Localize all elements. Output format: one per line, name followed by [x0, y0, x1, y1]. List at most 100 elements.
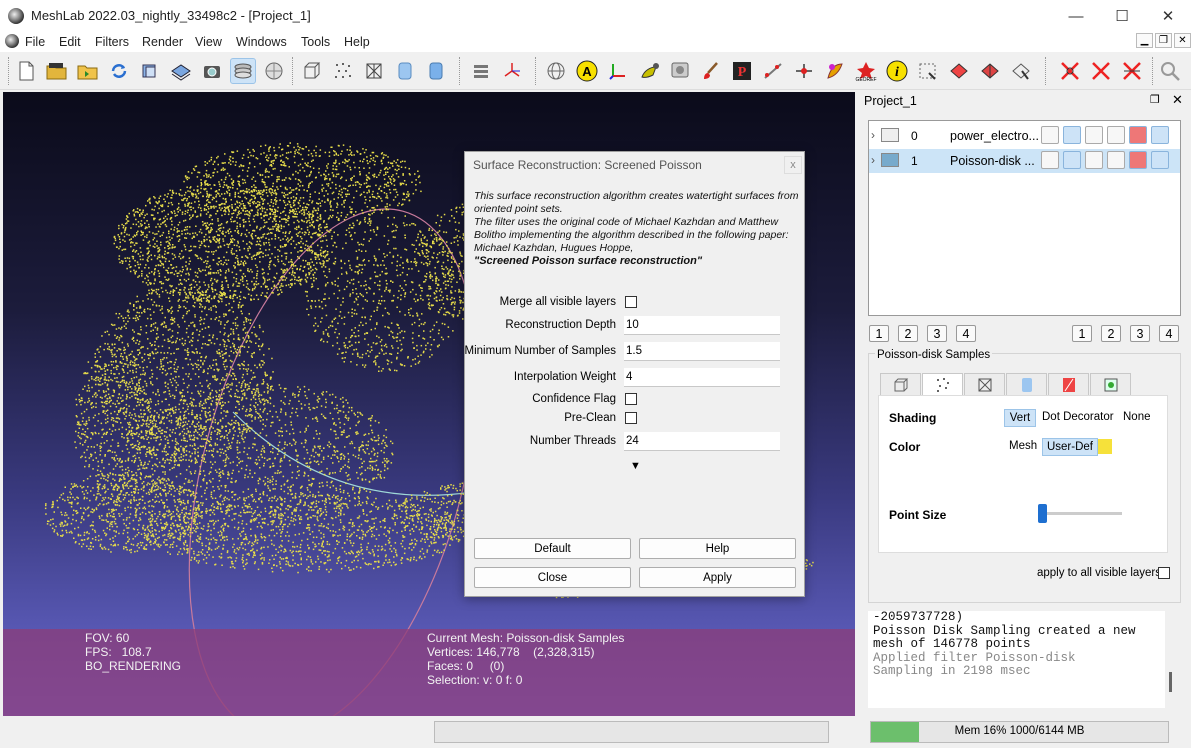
points-icon[interactable] — [330, 58, 356, 84]
layer-stack-icon[interactable] — [468, 58, 494, 84]
layer-row[interactable]: › 0 power_electro... — [869, 124, 1180, 148]
wireframe-icon[interactable] — [361, 58, 387, 84]
tab-decorators[interactable] — [1090, 373, 1131, 395]
expand-params-arrow-icon[interactable]: ▼ — [630, 460, 641, 472]
select-vertices-icon[interactable] — [915, 58, 941, 84]
select-faces-icon[interactable] — [946, 58, 972, 84]
shading-vert-option[interactable]: Vert — [1004, 409, 1036, 427]
bounding-box-icon[interactable] — [299, 58, 325, 84]
menu-tools[interactable]: Tools — [301, 35, 330, 49]
alignment-icon[interactable] — [667, 58, 693, 84]
smooth-shading-icon[interactable] — [423, 58, 449, 84]
color-userdef-option[interactable]: User-Def — [1042, 438, 1098, 456]
reconstruction-depth-field[interactable] — [624, 316, 780, 335]
layer-row-selected[interactable]: › 1 Poisson-disk ... — [869, 149, 1180, 173]
pickpoints-icon[interactable]: P — [729, 58, 755, 84]
axes-icon[interactable] — [499, 58, 525, 84]
maximize-button[interactable]: ☐ — [1099, 0, 1145, 32]
user-color-swatch[interactable] — [1098, 439, 1112, 454]
view-slot-left-1[interactable]: 1 — [869, 325, 889, 342]
select-cursor-icon[interactable] — [1008, 58, 1034, 84]
color-mesh-option[interactable]: Mesh — [1009, 440, 1037, 452]
sphere-grid-icon[interactable] — [543, 58, 569, 84]
menu-file[interactable]: File — [25, 35, 45, 49]
panel-close-button[interactable]: ✕ — [1172, 92, 1183, 108]
view-slot-right-1[interactable]: 1 — [1072, 325, 1092, 342]
panel-float-button[interactable]: ❐ — [1150, 93, 1160, 106]
preclean-checkbox[interactable] — [625, 412, 637, 424]
help-button[interactable]: Help — [639, 538, 796, 559]
measure-icon[interactable] — [760, 58, 786, 84]
tab-texture[interactable] — [1048, 373, 1089, 395]
log-window: -2059737728) Poisson Disk Sampling creat… — [868, 611, 1165, 708]
info-icon[interactable]: i — [884, 58, 910, 84]
mdi-restore-button[interactable]: ❐ — [1155, 33, 1172, 48]
menu-help[interactable]: Help — [344, 35, 370, 49]
expand-icon[interactable]: › — [871, 153, 875, 167]
shading-dot-decorator-option[interactable]: Dot Decorator — [1042, 411, 1114, 423]
log-scrollbar[interactable] — [1169, 672, 1172, 692]
system-menu-icon[interactable] — [5, 34, 19, 48]
delete-selected-icon[interactable] — [1119, 58, 1145, 84]
open-project-icon[interactable] — [44, 58, 70, 84]
paint-brush-icon[interactable] — [698, 58, 724, 84]
layers-icon[interactable] — [230, 58, 256, 84]
default-button[interactable]: Default — [474, 538, 631, 559]
manipulator-icon[interactable] — [791, 58, 817, 84]
view-slot-left-4[interactable]: 4 — [956, 325, 976, 342]
svg-text:P: P — [738, 65, 747, 80]
menu-filters[interactable]: Filters — [95, 35, 129, 49]
expand-icon[interactable]: › — [871, 128, 875, 142]
menu-render[interactable]: Render — [142, 35, 183, 49]
view-slot-right-4[interactable]: 4 — [1159, 325, 1179, 342]
visibility-icon[interactable] — [881, 128, 899, 142]
globe-shell-icon[interactable] — [261, 58, 287, 84]
mdi-minimize-button[interactable]: ▁ — [1136, 33, 1153, 48]
delete-vertices-icon[interactable] — [1057, 58, 1083, 84]
annotation-a-icon[interactable]: A — [574, 58, 600, 84]
save-snapshot-icon[interactable] — [137, 58, 163, 84]
menu-windows[interactable]: Windows — [236, 35, 287, 49]
reload-icon[interactable] — [106, 58, 132, 84]
apply-all-checkbox[interactable] — [1158, 567, 1170, 579]
georef-icon[interactable]: GEOREF — [853, 58, 879, 84]
view-slot-left-3[interactable]: 3 — [927, 325, 947, 342]
frame-axes-icon[interactable] — [605, 58, 631, 84]
select-connected-icon[interactable] — [977, 58, 1003, 84]
tab-wireframe[interactable] — [964, 373, 1005, 395]
mdi-close-button[interactable]: ✕ — [1174, 33, 1191, 48]
select-paint-icon[interactable] — [822, 58, 848, 84]
min-samples-field[interactable] — [624, 342, 780, 361]
tab-points[interactable] — [922, 373, 963, 396]
visibility-icon[interactable] — [881, 153, 899, 167]
view-slot-right-2[interactable]: 2 — [1101, 325, 1121, 342]
import-mesh-icon[interactable] — [75, 58, 101, 84]
current-mesh-text: Current Mesh: Poisson-disk Samples — [427, 631, 625, 645]
close-button[interactable]: Close — [474, 567, 631, 588]
minimize-button[interactable]: — — [1053, 0, 1099, 32]
color-picker-icon[interactable] — [636, 58, 662, 84]
flat-shading-icon[interactable] — [392, 58, 418, 84]
merge-layers-checkbox[interactable] — [625, 296, 637, 308]
interpolation-weight-field[interactable] — [624, 368, 780, 387]
new-project-icon[interactable] — [13, 58, 39, 84]
menu-edit[interactable]: Edit — [59, 35, 81, 49]
number-threads-field[interactable] — [624, 432, 780, 451]
dialog-close-button[interactable]: x — [784, 156, 802, 174]
close-window-button[interactable]: ✕ — [1145, 0, 1191, 32]
view-slot-right-3[interactable]: 3 — [1130, 325, 1150, 342]
confidence-flag-checkbox[interactable] — [625, 393, 637, 405]
zoom-search-icon[interactable] — [1157, 58, 1183, 84]
delete-faces-icon[interactable] — [1088, 58, 1114, 84]
tab-solid[interactable] — [1006, 373, 1047, 395]
tab-bbox[interactable] — [880, 373, 921, 395]
point-size-slider[interactable] — [1038, 504, 1047, 523]
view-slot-left-2[interactable]: 2 — [898, 325, 918, 342]
import-raster-icon[interactable] — [168, 58, 194, 84]
layer-render-buttons[interactable] — [1041, 126, 1173, 144]
shading-none-option[interactable]: None — [1123, 411, 1151, 423]
apply-button[interactable]: Apply — [639, 567, 796, 588]
layer-render-buttons[interactable] — [1041, 151, 1173, 169]
snapshot-camera-icon[interactable] — [199, 58, 225, 84]
menu-view[interactable]: View — [195, 35, 222, 49]
